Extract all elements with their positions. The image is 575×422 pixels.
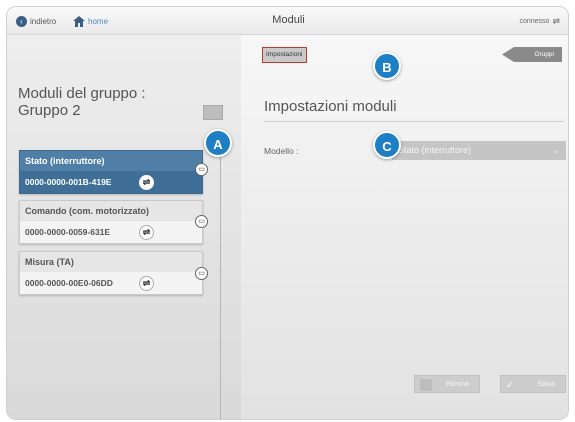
usb-icon: ⇌: [139, 175, 154, 190]
list-divider: [220, 143, 221, 419]
tab-settings[interactable]: Impostazioni: [262, 47, 307, 63]
callout-b: B: [373, 52, 401, 80]
callout-a: A: [204, 129, 232, 157]
chevron-down-icon: ⌄: [552, 145, 560, 155]
group-title: Moduli del gruppo : Gruppo 2: [18, 85, 146, 119]
group-modules-panel: Moduli del gruppo : Gruppo 2 Stato (inte…: [7, 35, 241, 419]
module-name: Stato (interruttore): [25, 156, 105, 166]
delete-label: Elimina: [446, 381, 469, 388]
module-settings-panel: Impostazioni Gruppi Impostazioni moduli …: [241, 35, 568, 419]
delete-button[interactable]: Elimina: [414, 375, 480, 393]
link-icon[interactable]: ▭: [195, 163, 208, 176]
top-bar: ‹ indietro home Moduli connesso ⇌: [7, 7, 568, 35]
check-icon: ✓: [506, 380, 514, 390]
connection-status: connesso ⇌: [519, 16, 560, 27]
module-id: 0000-0000-00E0-06DD: [25, 278, 113, 288]
callout-c: C: [373, 131, 401, 159]
module-item[interactable]: Stato (interruttore) 0000-0000-001B-419E…: [19, 150, 203, 194]
module-id-row: 0000-0000-0059-631E ⇌: [20, 221, 202, 243]
model-label: Modello :: [264, 146, 299, 156]
module-id-row: 0000-0000-001B-419E ⇌: [20, 171, 202, 193]
module-id: 0000-0000-0059-631E: [25, 227, 111, 237]
page-title: Moduli: [272, 14, 305, 26]
model-value: Stato (interruttore): [398, 145, 472, 155]
save-label: Salva: [537, 381, 555, 388]
module-name: Comando (com. motorizzato): [25, 206, 149, 216]
delete-icon: [420, 379, 432, 391]
connection-label: connesso: [519, 18, 550, 25]
usb-icon: ⇌: [139, 276, 154, 291]
model-select[interactable]: Stato (interruttore) ⌄: [392, 141, 566, 160]
module-id: 0000-0000-001B-419E: [25, 177, 112, 187]
module-item[interactable]: Comando (com. motorizzato) 0000-0000-005…: [19, 200, 203, 244]
divider: [264, 121, 564, 122]
section-title: Impostazioni moduli: [264, 98, 397, 115]
module-name: Misura (TA): [25, 257, 74, 267]
app-frame: ‹ indietro home Moduli connesso ⇌ Moduli…: [6, 6, 569, 420]
save-button[interactable]: ✓ Salva: [500, 375, 566, 393]
module-id-row: 0000-0000-00E0-06DD ⇌: [20, 272, 202, 294]
groups-button[interactable]: Gruppi: [502, 47, 562, 62]
link-icon[interactable]: ▭: [195, 267, 208, 280]
usb-icon: ⇌: [552, 16, 560, 26]
usb-icon: ⇌: [139, 225, 154, 240]
link-icon[interactable]: ▭: [195, 215, 208, 228]
edit-group-button[interactable]: [203, 105, 223, 120]
module-item[interactable]: Misura (TA) 0000-0000-00E0-06DD ⇌: [19, 251, 203, 295]
